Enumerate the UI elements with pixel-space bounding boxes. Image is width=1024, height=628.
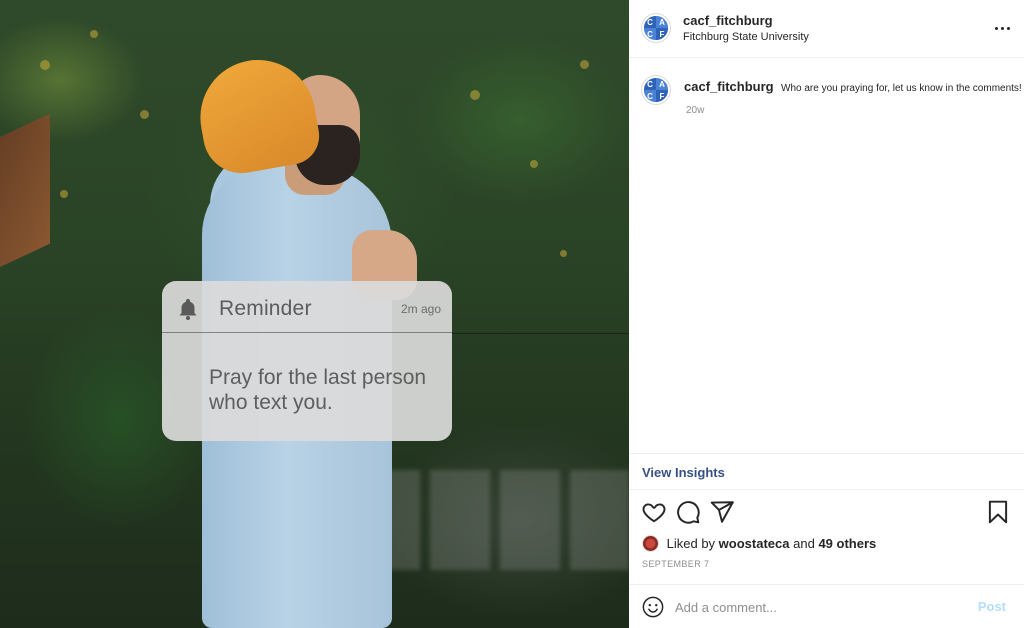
more-options-icon[interactable]: [990, 18, 1014, 38]
reminder-title: Reminder: [219, 297, 312, 320]
action-bar: [629, 497, 1024, 527]
orange-beanie: [191, 50, 324, 180]
location-link[interactable]: Fitchburg State University: [683, 31, 809, 43]
view-insights-link[interactable]: View Insights: [642, 465, 725, 480]
others-link[interactable]: 49 others: [818, 536, 876, 551]
comment-input[interactable]: [675, 595, 965, 619]
house-roof: [0, 113, 50, 277]
post-header: C A C F cacf_fitchburg Fitchburg State U…: [629, 0, 1024, 58]
comment-bubble-icon[interactable]: [675, 499, 701, 525]
liker-avatar[interactable]: [642, 535, 659, 552]
reminder-body: Pray for the last person who text you.: [209, 366, 427, 414]
liker-username-link[interactable]: woostateca: [719, 536, 790, 551]
heart-icon[interactable]: [641, 499, 667, 525]
comment-bar: Post: [629, 584, 1024, 628]
likes-summary: Liked by woostateca and 49 others: [642, 535, 876, 552]
caption-age[interactable]: 20w: [686, 105, 704, 116]
caption-username[interactable]: cacf_fitchburg: [684, 79, 774, 94]
reminder-header: Reminder 2m ago: [162, 281, 452, 333]
emoji-icon[interactable]: [642, 596, 664, 618]
caption-avatar[interactable]: C A C F: [642, 76, 670, 104]
paper-plane-icon[interactable]: [709, 499, 735, 525]
username-link[interactable]: cacf_fitchburg: [683, 13, 773, 28]
avatar[interactable]: C A C F: [642, 14, 670, 42]
insights-bar: View Insights: [629, 453, 1024, 490]
bell-icon: [179, 299, 197, 320]
bookmark-icon[interactable]: [985, 499, 1011, 525]
post-comment-button[interactable]: Post: [978, 599, 1006, 614]
post-side-panel: C A C F cacf_fitchburg Fitchburg State U…: [629, 0, 1024, 628]
caption-line: cacf_fitchburg Who are you praying for, …: [684, 78, 1022, 96]
reminder-time: 2m ago: [400, 302, 441, 316]
post-image[interactable]: Reminder 2m ago Pray for the last person…: [0, 0, 629, 628]
post-date[interactable]: SEPTEMBER 7: [642, 559, 709, 569]
caption-text: Who are you praying for, let us know in …: [781, 83, 1022, 94]
reminder-card: Reminder 2m ago Pray for the last person…: [162, 281, 452, 441]
